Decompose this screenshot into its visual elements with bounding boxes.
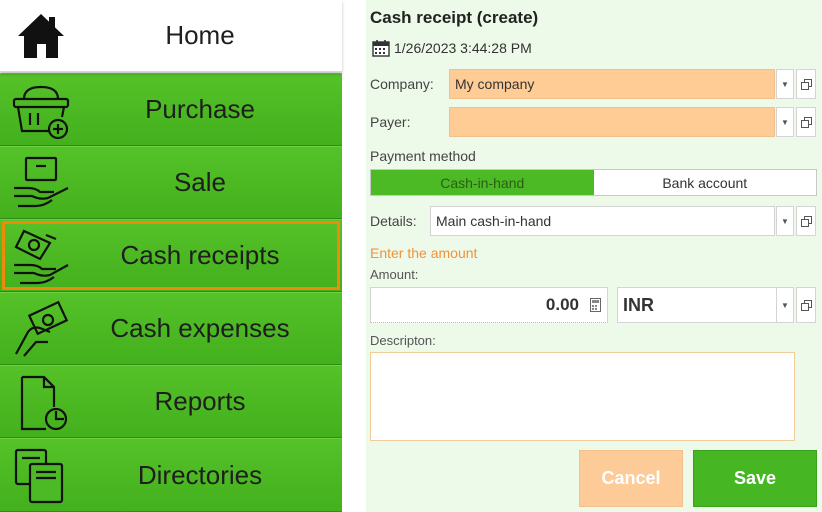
open-window-icon xyxy=(800,299,812,311)
currency-dropdown-button[interactable]: ▼ xyxy=(776,287,794,323)
currency-open-button[interactable] xyxy=(796,287,816,323)
cancel-button[interactable]: Cancel xyxy=(579,450,683,507)
calendar-icon xyxy=(372,40,390,57)
menu-label-reports: Reports xyxy=(154,386,246,416)
chevron-down-icon: ▼ xyxy=(781,300,789,310)
menu-label-sale: Sale xyxy=(173,167,227,197)
payment-method-toggle: Cash-in-hand Bank account xyxy=(370,169,817,196)
main-menu: Home Purchase Sale Cash receipts Cash ex… xyxy=(0,0,342,512)
chevron-down-icon: ▼ xyxy=(781,216,789,226)
payer-dropdown-button[interactable]: ▼ xyxy=(776,107,794,137)
date-display[interactable]: 1/26/2023 3:44:28 PM xyxy=(372,38,532,58)
currency-field[interactable]: INR xyxy=(617,287,794,323)
payment-method-cash[interactable]: Cash-in-hand xyxy=(371,170,594,195)
menu-item-home[interactable]: Home xyxy=(0,0,342,72)
amount-hint: Enter the amount xyxy=(370,245,478,261)
amount-input[interactable]: 0.00 xyxy=(370,287,608,323)
calculator-icon xyxy=(589,298,601,312)
company-open-button[interactable] xyxy=(796,69,816,99)
details-value: Main cash-in-hand xyxy=(436,213,552,229)
description-input[interactable] xyxy=(370,352,795,441)
company-field[interactable]: My company xyxy=(449,69,775,99)
details-field[interactable]: Main cash-in-hand xyxy=(430,206,775,236)
open-window-icon xyxy=(800,215,812,227)
menu-label-cash-receipts: Cash receipts xyxy=(120,240,280,270)
open-window-icon xyxy=(800,116,812,128)
currency-value: INR xyxy=(623,294,654,315)
company-value: My company xyxy=(455,76,535,92)
details-open-button[interactable] xyxy=(796,206,816,236)
date-value: 1/26/2023 3:44:28 PM xyxy=(394,40,532,56)
cash-receipt-form: Cash receipt (create) 1/26/2023 3:44:28 … xyxy=(366,0,822,512)
app-root: Home Purchase Sale Cash receipts Cash ex… xyxy=(0,0,822,512)
details-label: Details: xyxy=(370,213,417,229)
open-window-icon xyxy=(800,78,812,90)
menu-item-cash-expenses[interactable]: Cash expenses xyxy=(0,292,342,365)
payment-method-label: Payment method xyxy=(370,148,476,164)
menu-item-cash-receipts[interactable]: Cash receipts xyxy=(0,219,342,292)
menu-item-sale[interactable]: Sale xyxy=(0,146,342,219)
chevron-down-icon: ▼ xyxy=(781,79,789,89)
chevron-down-icon: ▼ xyxy=(781,117,789,127)
company-label: Company: xyxy=(370,76,434,92)
form-title: Cash receipt (create) xyxy=(370,8,539,27)
menu-item-directories[interactable]: Directories xyxy=(0,438,342,512)
menu-label-cash-expenses: Cash expenses xyxy=(110,313,290,343)
menu-label-directories: Directories xyxy=(137,459,263,490)
amount-value: 0.00 xyxy=(545,295,579,314)
payment-method-bank[interactable]: Bank account xyxy=(593,170,816,195)
menu-item-purchase[interactable]: Purchase xyxy=(0,73,342,146)
save-button[interactable]: Save xyxy=(693,450,817,507)
payer-label: Payer: xyxy=(370,114,411,130)
payer-open-button[interactable] xyxy=(796,107,816,137)
payer-field[interactable] xyxy=(449,107,775,137)
description-label: Descripton: xyxy=(370,333,436,348)
details-dropdown-button[interactable]: ▼ xyxy=(776,206,794,236)
menu-item-reports[interactable]: Reports xyxy=(0,365,342,438)
amount-label: Amount: xyxy=(370,267,419,282)
menu-label-purchase: Purchase xyxy=(145,94,255,124)
calculator-button[interactable] xyxy=(586,294,604,316)
menu-label-home: Home xyxy=(165,20,235,50)
company-dropdown-button[interactable]: ▼ xyxy=(776,69,794,99)
